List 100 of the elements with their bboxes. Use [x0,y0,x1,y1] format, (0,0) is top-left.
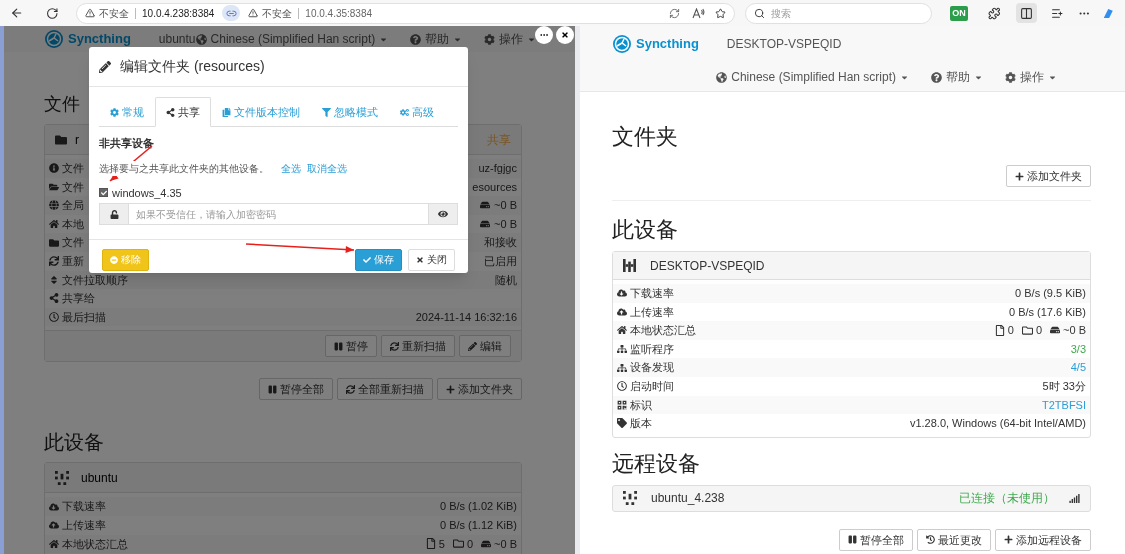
copilot-icon[interactable] [1102,6,1115,20]
nav-menu[interactable]: 帮助 [931,68,983,86]
file-count: 5 [438,536,445,552]
pause-icon [334,341,343,351]
check-icon [100,189,107,196]
check-icon [363,255,371,264]
row-label: 启动时间 [630,379,674,394]
row-label: 标识 [630,397,652,413]
folder-icon [452,538,464,550]
back-icon[interactable] [10,6,24,20]
sitemap-icon [617,344,627,355]
extension-badge[interactable]: ON [950,5,968,21]
help-icon [931,71,942,83]
action-button[interactable]: 添加文件夹 [437,378,522,401]
read-aloud-icon[interactable] [692,7,706,19]
device-checkbox[interactable] [99,188,108,198]
cloud-upload-icon [49,520,59,531]
action-button[interactable]: 添加文件夹 [1006,165,1091,187]
row-label: 版本 [630,416,652,432]
history-icon [926,535,935,545]
search-field[interactable]: 搜索 [745,2,933,24]
row-label: 文件 [62,179,84,195]
qrcode-icon [617,399,627,410]
row-value: 0 B/s (1.12 KiB) [439,518,517,533]
device-name: DESKTOP-VSPEQID [726,36,842,53]
pencil-icon [468,341,477,351]
dialog-title: 编辑文件夹 (resources) [120,57,265,76]
folder-icon [1021,325,1033,336]
clock-icon [617,381,627,392]
modal-button[interactable]: 关闭 [408,248,455,271]
puzzle-icon[interactable] [987,6,1001,20]
action-button[interactable]: 编辑 [459,335,511,358]
star-icon[interactable] [715,7,727,19]
dialog-tab[interactable]: 常规 [99,97,155,127]
nav-menu[interactable]: 帮助 [410,30,463,48]
row-label: 全局 [62,198,84,214]
size-value: ~0 B [494,536,517,552]
nav-menu[interactable]: 操作 [484,30,537,48]
gears-icon [400,107,409,117]
nav-menu[interactable]: Chinese (Simplified Han script) [716,68,909,86]
sync-icon [49,256,59,267]
row-value: 5时 33分 [1042,379,1086,394]
sort-icon [49,274,59,285]
row-label: 上传速率 [630,304,674,320]
device-title: DESKTOP-VSPEQID [650,257,765,275]
value-link[interactable]: T2TBFSI [1042,396,1086,414]
section-heading: 此设备 [44,430,105,455]
row-label: 共享给 [62,291,95,307]
brand-link[interactable]: Syncthing [612,34,699,54]
refresh-icon[interactable] [669,7,681,19]
action-button[interactable]: 全部重新扫描 [337,378,433,401]
file-icon [994,325,1005,336]
row-label: 本地状态汇总 [62,536,128,552]
reload-icon[interactable] [45,6,59,20]
select-link[interactable]: 取消全选 [307,160,347,176]
modal-button[interactable]: 保存 [355,248,402,271]
device-title: ubuntu_4.238 [651,490,725,508]
password-field[interactable]: 如果不受信任，请输入加密密码 [129,203,428,225]
nav-menu[interactable]: 操作 [1005,68,1057,86]
device-identicon-icon [623,491,637,506]
row-label: 设备发现 [630,360,674,376]
folder-status: 共享 [487,131,511,149]
select-link[interactable]: 全选 [281,160,301,176]
unlock-icon [109,209,119,219]
dialog-tab[interactable]: 共享 [155,97,211,127]
search-input[interactable]: 搜索 [771,5,922,21]
lock-button[interactable] [99,203,129,225]
row-label: 下载速率 [62,499,106,515]
show-password-button[interactable] [428,203,458,225]
favorites-icon[interactable] [1051,6,1064,20]
row-value: uz-fgjgc [478,161,517,177]
action-button[interactable]: 添加远程设备 [995,528,1091,551]
brand-link[interactable]: Syncthing [44,29,131,49]
row-value: esources [472,179,517,195]
nav-menu[interactable]: Chinese (Simplified Han script) [195,30,389,48]
connection-status: 已连接（未使用） [959,490,1055,508]
action-button[interactable]: 重新扫描 [381,335,455,358]
action-button[interactable]: 暂停全部 [259,378,333,401]
dialog-tab[interactable]: 忽略模式 [311,97,389,127]
section-title: 非共享设备 [99,136,155,151]
close-icon[interactable] [561,31,569,39]
row-value: v1.28.0, Windows (64-bit Intel/AMD) [909,416,1086,432]
home-icon [617,325,627,336]
action-button[interactable]: 暂停 [325,335,377,358]
warning-icon [248,8,259,18]
split-screen-icon[interactable] [1020,6,1034,20]
value-link[interactable]: 4/5 [1070,359,1086,376]
row-value: 2024-11-14 16:32:16 [415,309,517,325]
dialog-tab[interactable]: 文件版本控制 [211,97,311,127]
cloud-upload-icon [617,306,627,317]
action-button[interactable]: 暂停全部 [839,528,913,551]
row-value: 0 B/s (1.02 KiB) [439,499,517,515]
remote-device-panel[interactable]: ubuntu_4.238 已连接（未使用） [612,484,1091,512]
url-text: 10.0.4.35:8384 [305,6,373,21]
address-bar[interactable]: 不安全 10.0.4.238:8384 不安全 10.0.4.35:8384 [76,2,736,24]
row-value: ~0 B [494,216,517,232]
action-button[interactable]: 最近更改 [917,528,991,551]
search-icon [754,7,766,19]
dialog-tab[interactable]: 高级 [389,97,445,127]
globe-icon [195,33,207,45]
